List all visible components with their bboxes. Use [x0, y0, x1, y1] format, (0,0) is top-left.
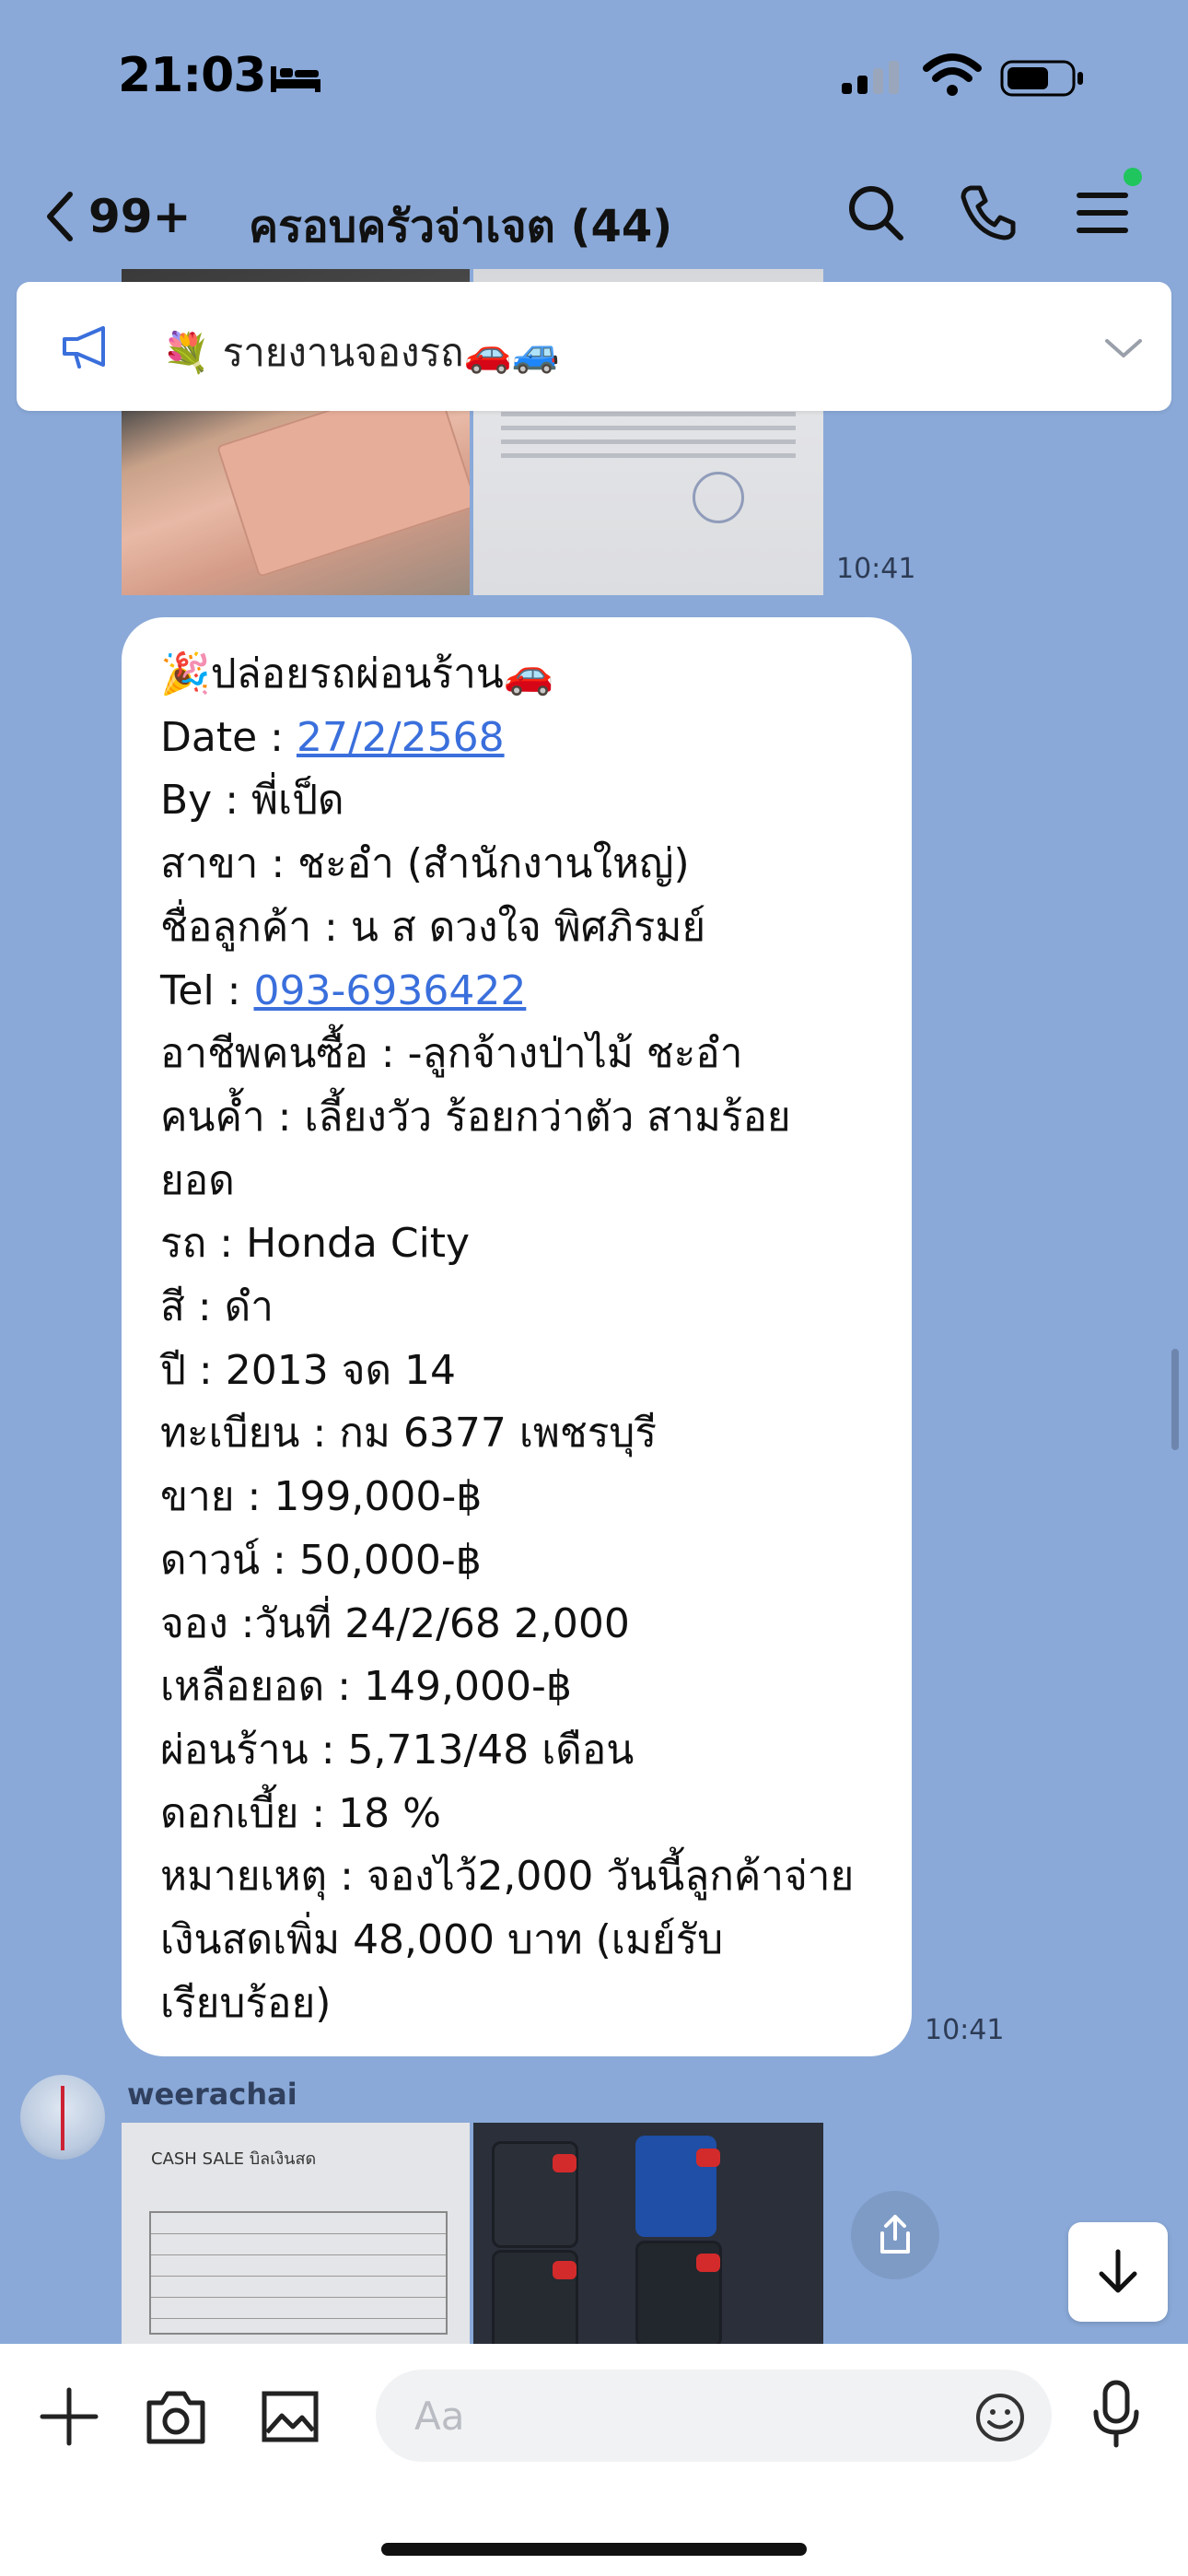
search-icon[interactable]	[844, 181, 908, 245]
message-line: ผ่อนร้าน : 5,713/48 เดือน	[160, 1726, 635, 1774]
date-line: Date : 27/2/2568	[160, 707, 897, 770]
status-time: 21:03	[118, 48, 267, 103]
message-bubble[interactable]: 🎉ปล่อยรถผ่อนร้าน🚗 Date : 27/2/2568 By : …	[122, 617, 912, 2056]
emoji-icon[interactable]	[974, 2392, 1026, 2443]
receipt-photo[interactable]: CASH SALE บิลเงินสด	[122, 2123, 470, 2344]
wifi-icon	[923, 53, 982, 96]
message-line: เรียบร้อย)	[160, 1979, 332, 2027]
containers-photo[interactable]	[473, 2123, 823, 2344]
announcement-text: 💐 รายงานจองรถ🚗🚙	[162, 330, 561, 375]
message-time: 10:41	[836, 553, 916, 585]
bed-icon	[271, 66, 320, 92]
share-icon	[880, 2215, 910, 2254]
message-line: ปี : 2013 จด 14	[160, 1346, 457, 1394]
message-line: อาชีพคนซื้อ : -ลูกจ้างป่าไม้ ชะอำ	[160, 1030, 743, 1078]
jug-cap	[696, 2149, 720, 2167]
message-line: ทะเบียน : กม 6377 เพชรบุรี	[160, 1410, 657, 1458]
scroll-to-bottom-button[interactable]	[1068, 2222, 1168, 2322]
image-icon[interactable]	[260, 2386, 320, 2447]
message-line: ดาวน์ : 50,000-฿	[160, 1536, 482, 1584]
message-line: จอง :วันที่ 24/2/68 2,000	[160, 1599, 630, 1647]
menu-icon[interactable]	[1070, 181, 1135, 245]
mic-icon[interactable]	[1090, 2379, 1142, 2449]
avatar[interactable]	[20, 2075, 105, 2160]
message-input[interactable]: Aa	[376, 2370, 1052, 2462]
message-line: เงินสดเพิ่ม 48,000 บาท (เมย์รับ	[160, 1916, 724, 1964]
message-line: ดอกเบี้ย : 18 %	[160, 1789, 441, 1837]
message-line: หมายเหตุ : จองไว้2,000 วันนี้ลูกค้าจ่าย	[160, 1853, 855, 1901]
status-bar: 21:03	[0, 0, 1188, 157]
date-label: Date :	[160, 713, 297, 761]
message-line: รถ : Honda City	[160, 1220, 471, 1268]
camera-icon[interactable]	[144, 2386, 208, 2447]
jug-cap	[696, 2254, 720, 2272]
chat-header: 99+ ครอบครัวจ่าเจต (44)	[0, 175, 1188, 252]
avatar-image	[61, 2086, 64, 2150]
share-button[interactable]	[851, 2191, 939, 2279]
date-link[interactable]: 27/2/2568	[297, 714, 505, 761]
receipt-table	[149, 2211, 448, 2335]
home-indicator[interactable]	[381, 2543, 807, 2556]
tel-line: Tel : 093-6936422	[160, 960, 897, 1024]
unread-count: 99+	[88, 190, 192, 243]
receipt-title: CASH SALE บิลเงินสด	[151, 2149, 317, 2169]
sender-name: weerachai	[127, 2077, 297, 2112]
message-time: 10:41	[925, 2014, 1005, 2046]
seal-mark	[693, 472, 744, 523]
message-text: 🎉ปล่อยรถผ่อนร้าน🚗 Date : 27/2/2568 By : …	[160, 643, 897, 2035]
back-button[interactable]: 99+	[44, 188, 191, 245]
input-placeholder: Aa	[414, 2394, 465, 2439]
megaphone-icon	[63, 326, 105, 369]
message-line: คนค้ำ : เลี้ยงวัว ร้อยกว่าตัว สามร้อย	[160, 1093, 791, 1141]
plus-icon[interactable]	[39, 2386, 99, 2447]
chevron-down-icon[interactable]	[1103, 335, 1144, 361]
message-composer: Aa	[0, 2344, 1188, 2576]
chat-title: ครอบครัวจ่าเจต (44)	[249, 201, 673, 252]
notification-dot	[1124, 168, 1142, 186]
message-line: ขาย : 199,000-฿	[160, 1473, 483, 1521]
arrow-down-icon	[1099, 2249, 1137, 2293]
phone-link[interactable]: 093-6936422	[254, 967, 527, 1014]
battery-icon	[1000, 60, 1083, 97]
message-line: 🎉ปล่อยรถผ่อนร้าน🚗	[160, 650, 554, 697]
chevron-left-icon	[47, 192, 73, 241]
message-line: สาขา : ชะอำ (สำนักงานใหญ่)	[160, 840, 690, 888]
message-line: ชื่อลูกค้า : น ส ดวงใจ พิศภิรมย์	[160, 903, 706, 951]
tel-label: Tel :	[160, 966, 254, 1014]
scroll-indicator[interactable]	[1171, 1349, 1179, 1450]
announcement-banner[interactable]: 💐 รายงานจองรถ🚗🚙	[17, 282, 1171, 411]
signal-icon	[842, 61, 899, 94]
phone-icon[interactable]	[956, 181, 1020, 245]
message-line: เหลือยอด : 149,000-฿	[160, 1663, 572, 1711]
jug-cap	[553, 2154, 577, 2172]
message-line: By : พี่เป็ด	[160, 777, 344, 825]
jug-cap	[553, 2261, 577, 2279]
message-line: สี : ดำ	[160, 1283, 274, 1331]
message-line: ยอด	[160, 1156, 235, 1204]
